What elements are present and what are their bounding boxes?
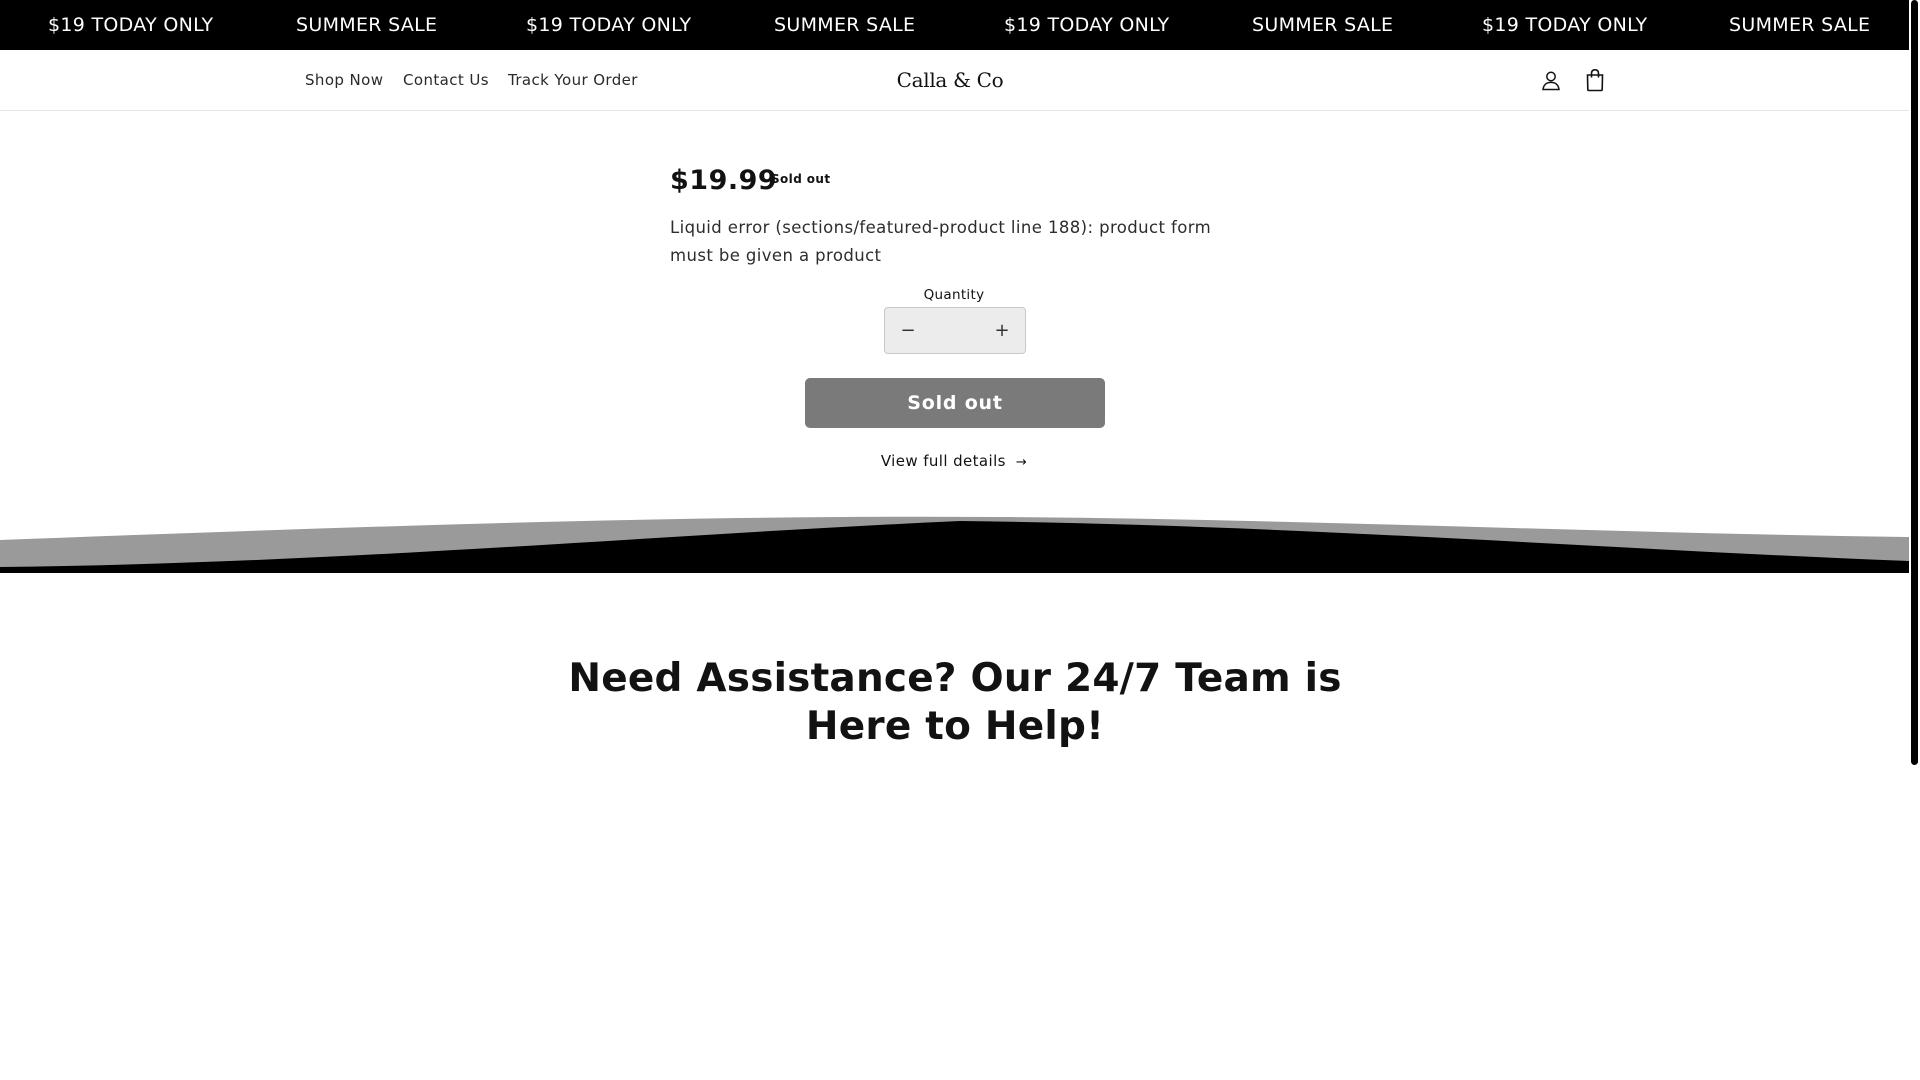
quantity-increase-button[interactable]: + [979,308,1025,353]
announcement-item: SUMMER SALE [1729,14,1871,36]
sold-out-badge: Sold out [771,172,831,186]
quantity-stepper: − + [884,307,1026,354]
announcement-bar: $19 TODAY ONLY SUMMER SALE $19 TODAY ONL… [0,0,1909,50]
product-price: $19.99 [670,165,778,196]
arrow-right-icon: → [1015,455,1028,470]
announcement-item: SUMMER SALE [296,14,438,36]
announcement-item: $19 TODAY ONLY [1482,14,1648,36]
nav-contact-us[interactable]: Contact Us [403,50,489,111]
nav-shop-now[interactable]: Shop Now [305,50,383,111]
view-full-details-label: View full details [880,452,1006,470]
announcement-item: SUMMER SALE [774,14,916,36]
announcement-item: $19 TODAY ONLY [1004,14,1170,36]
help-heading: Need Assistance? Our 24/7 Team is Here t… [568,656,1342,749]
scrollbar-thumb[interactable] [1911,0,1918,765]
cart-bag-icon[interactable] [1579,64,1611,96]
quantity-label: Quantity [923,287,985,303]
store-logo[interactable]: Calla & Co [850,50,1050,111]
liquid-error-message: Liquid error (sections/featured-product … [670,218,1212,265]
account-icon[interactable] [1535,64,1567,96]
nav-track-your-order[interactable]: Track Your Order [508,50,638,111]
view-full-details-link[interactable]: View full details → [804,452,1104,470]
sold-out-button[interactable]: Sold out [805,378,1105,428]
page: $19 TODAY ONLY SUMMER SALE $19 TODAY ONL… [0,0,1909,1080]
announcement-item: $19 TODAY ONLY [48,14,214,36]
wave-divider [0,516,1909,573]
page-scrollbar[interactable] [1909,0,1920,1080]
quantity-decrease-button[interactable]: − [885,308,931,353]
quantity-input[interactable] [931,308,979,353]
announcement-item: $19 TODAY ONLY [526,14,692,36]
announcement-item: SUMMER SALE [1252,14,1394,36]
site-header: Shop Now Contact Us Track Your Order Cal… [0,50,1909,111]
